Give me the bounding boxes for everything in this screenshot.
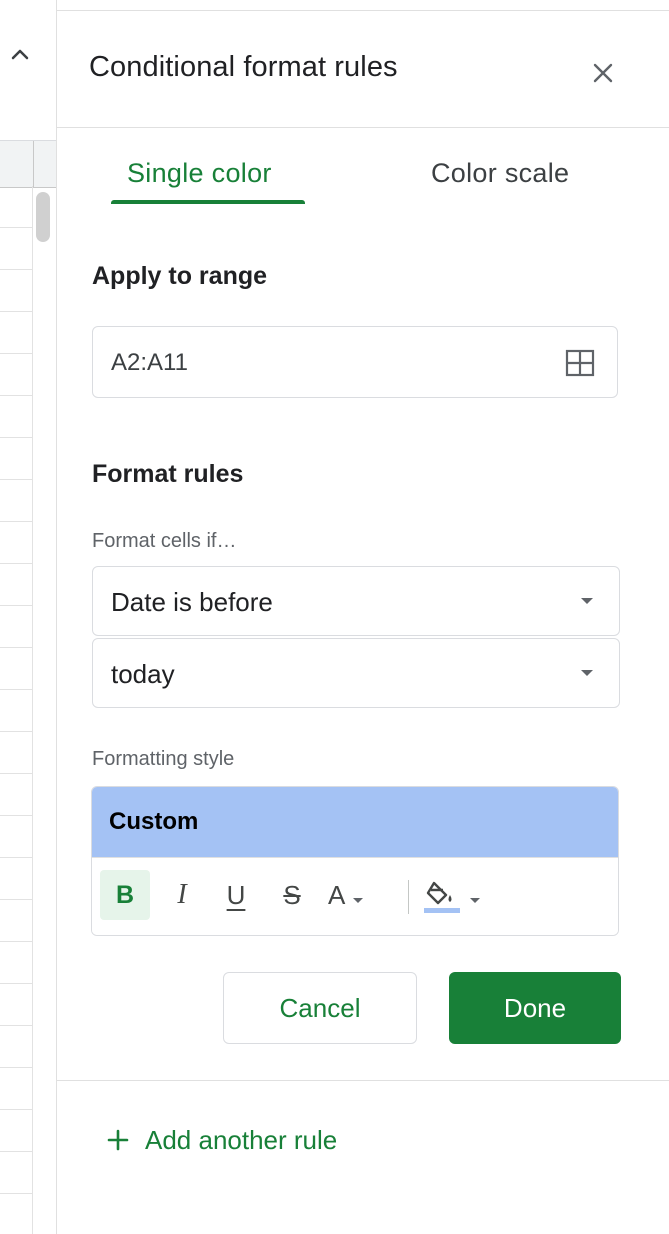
format-cells-if-label: Format cells if… bbox=[92, 530, 237, 552]
formatting-style-box: Custom B I U S A bbox=[91, 786, 619, 936]
range-value: A2:A11 bbox=[111, 349, 188, 376]
grid-row-lines bbox=[0, 186, 32, 1234]
grid-column-line bbox=[32, 186, 33, 1234]
active-tab-indicator bbox=[111, 200, 305, 204]
plus-icon bbox=[107, 1129, 129, 1151]
date-select-value: today bbox=[111, 659, 175, 689]
underline-button[interactable]: U bbox=[216, 870, 256, 920]
close-button[interactable] bbox=[585, 55, 621, 91]
style-toolbar: B I U S A bbox=[92, 857, 618, 935]
formatting-style-label: Formatting style bbox=[92, 748, 235, 770]
panel-header: Conditional format rules bbox=[57, 11, 669, 128]
footer-divider bbox=[57, 1080, 669, 1081]
dropdown-arrow-icon bbox=[581, 670, 593, 676]
condition-select[interactable]: Date is before bbox=[92, 566, 620, 636]
vertical-scrollbar[interactable] bbox=[36, 192, 50, 242]
dropdown-arrow-icon bbox=[581, 598, 593, 604]
tab-single-color[interactable]: Single color bbox=[127, 158, 272, 189]
fill-color-button[interactable] bbox=[422, 870, 492, 920]
chevron-down-icon bbox=[353, 897, 364, 903]
add-another-rule-button[interactable]: Add another rule bbox=[107, 1120, 337, 1160]
format-rules-heading: Format rules bbox=[92, 460, 244, 488]
strikethrough-button[interactable]: S bbox=[272, 870, 312, 920]
add-another-rule-label: Add another rule bbox=[145, 1124, 338, 1155]
date-select[interactable]: today bbox=[92, 638, 620, 708]
cancel-button[interactable]: Cancel bbox=[223, 972, 417, 1044]
chevron-up-icon bbox=[11, 49, 29, 60]
close-icon bbox=[593, 63, 613, 83]
tab-bar: Single color Color scale bbox=[57, 128, 669, 210]
apply-to-range-heading: Apply to range bbox=[92, 262, 268, 290]
range-input[interactable]: A2:A11 bbox=[92, 326, 618, 398]
style-preview[interactable]: Custom bbox=[92, 787, 618, 857]
chevron-down-icon bbox=[470, 897, 480, 903]
done-button[interactable]: Done bbox=[449, 972, 621, 1044]
conditional-format-panel: Conditional format rules Single color Co… bbox=[57, 0, 669, 1234]
style-preview-text: Custom bbox=[109, 808, 199, 835]
text-color-button[interactable]: A bbox=[328, 870, 392, 920]
condition-select-value: Date is before bbox=[111, 587, 273, 617]
italic-button[interactable]: I bbox=[162, 870, 202, 920]
spreadsheet-strip bbox=[0, 0, 57, 1234]
column-header-cell bbox=[0, 140, 56, 188]
text-color-icon: A bbox=[328, 879, 346, 910]
bold-button[interactable]: B bbox=[100, 870, 150, 920]
fill-color-icon bbox=[424, 881, 460, 913]
grid-icon[interactable] bbox=[565, 349, 595, 377]
toolbar-divider bbox=[408, 880, 409, 914]
tab-color-scale[interactable]: Color scale bbox=[431, 158, 569, 189]
collapse-button[interactable] bbox=[6, 40, 34, 68]
panel-title: Conditional format rules bbox=[89, 51, 398, 83]
